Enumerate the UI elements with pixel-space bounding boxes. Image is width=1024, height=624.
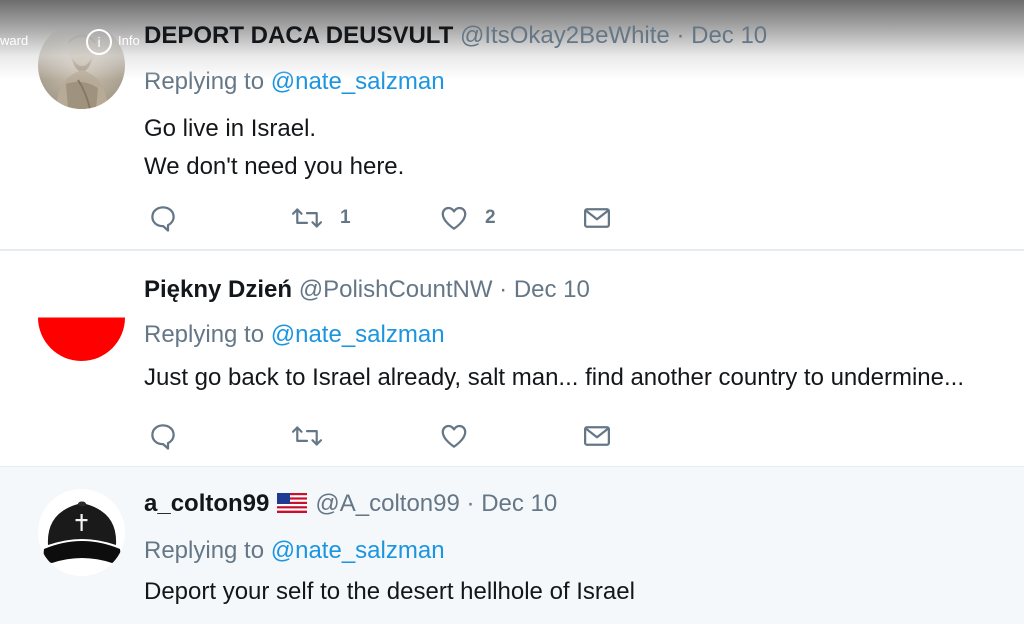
reply-icon	[151, 206, 175, 232]
avatar[interactable]	[38, 274, 125, 361]
info-icon[interactable]: i	[86, 29, 112, 55]
tweet-text-line: Just go back to Israel already, salt man…	[144, 364, 964, 391]
tweet-header: DEPORT DACA DEUSVULT @ItsOkay2BeWhite · …	[144, 22, 767, 50]
retweet-icon	[291, 208, 323, 228]
mention-link[interactable]: @nate_salzman	[271, 537, 445, 564]
replying-label: Replying to	[144, 537, 265, 564]
like-count: 2	[485, 207, 496, 228]
tweet-header: Piękny Dzień @PolishCountNW · Dec 10	[144, 276, 590, 304]
us-flag-icon	[277, 493, 308, 513]
like-button[interactable]: 2	[439, 200, 496, 236]
retweet-count: 1	[340, 207, 351, 228]
heart-icon	[441, 424, 467, 448]
retweet-icon	[291, 426, 323, 446]
reply-button[interactable]	[148, 200, 178, 236]
black-cap-avatar-image	[38, 489, 125, 576]
tweet-text: Just go back to Israel already, salt man…	[144, 359, 964, 397]
tweet-item[interactable]: a_colton99 @A_colton99 · Dec 10 Replying…	[0, 467, 1024, 624]
mention-link[interactable]: @nate_salzman	[271, 321, 445, 348]
twitter-replies-screen: ward i Info DEPORT DACA DEUSVULT @ItsOka…	[0, 0, 1024, 624]
tweet-header: a_colton99 @A_colton99 · Dec 10	[144, 490, 557, 518]
display-name[interactable]: DEPORT DACA DEUSVULT	[144, 22, 453, 49]
envelope-icon	[584, 208, 610, 228]
forward-button[interactable]: ward	[0, 33, 28, 48]
tweet-item[interactable]: Piękny Dzień @PolishCountNW · Dec 10 Rep…	[0, 250, 1024, 467]
avatar[interactable]	[38, 489, 125, 576]
user-handle[interactable]: @ItsOkay2BeWhite	[460, 22, 670, 49]
tweet-text-line: We don't need you here.	[144, 153, 405, 180]
retweet-button[interactable]	[290, 418, 324, 454]
retweet-button[interactable]: 1	[290, 200, 351, 236]
replying-to: Replying to @nate_salzman	[144, 321, 445, 349]
tweet-text-line: Go live in Israel.	[144, 115, 317, 142]
tweet-text: Deport your self to the desert hellhole …	[144, 573, 635, 611]
reply-icon	[151, 424, 175, 450]
display-name[interactable]: Piękny Dzień	[144, 276, 292, 303]
info-button[interactable]: Info	[118, 33, 140, 48]
tweet-text-line: Deport your self to the desert hellhole …	[144, 578, 635, 605]
display-name[interactable]: a_colton99	[144, 490, 269, 517]
tweet-date[interactable]: · Dec 10	[467, 490, 558, 517]
polish-flag-avatar-image	[38, 274, 125, 361]
user-handle[interactable]: @A_colton99	[315, 490, 459, 517]
direct-message-button[interactable]	[582, 200, 612, 236]
direct-message-button[interactable]	[582, 418, 612, 454]
tweet-date[interactable]: · Dec 10	[676, 22, 767, 49]
like-button[interactable]	[439, 418, 469, 454]
reply-button[interactable]	[148, 418, 178, 454]
replying-to: Replying to @nate_salzman	[144, 537, 445, 565]
tweet-date[interactable]: · Dec 10	[499, 276, 590, 303]
envelope-icon	[584, 426, 610, 446]
tweet-text: Go live in Israel. We don't need you her…	[144, 110, 404, 186]
replying-label: Replying to	[144, 321, 265, 348]
heart-icon	[441, 206, 467, 230]
user-handle[interactable]: @PolishCountNW	[299, 276, 493, 303]
